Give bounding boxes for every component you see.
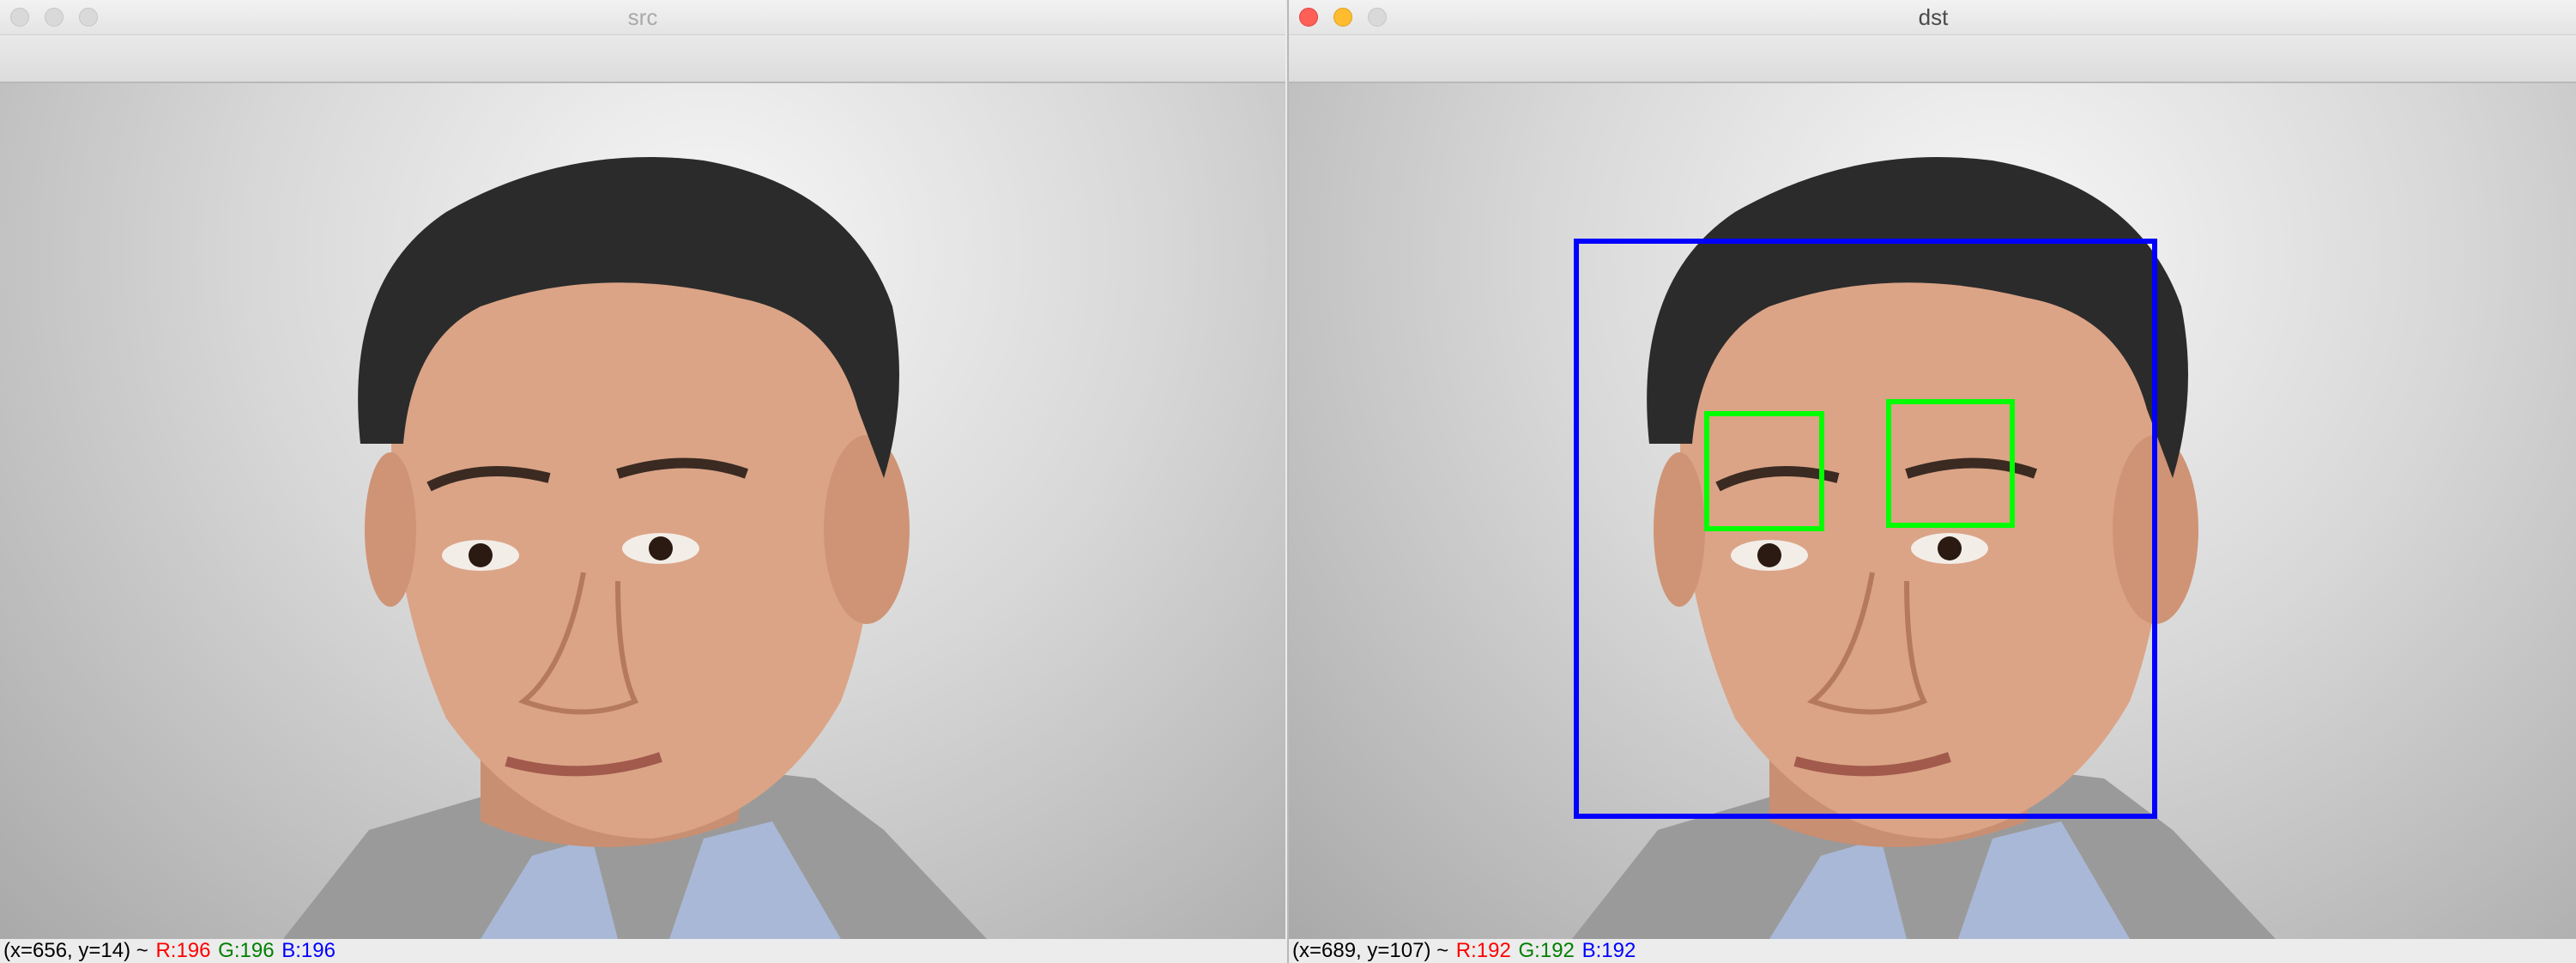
src-toolbar — [0, 35, 1285, 83]
src-window-title: src — [627, 4, 658, 30]
dst-window: dst (x=689, y=107) ~ R:192 G:192 B:192 — [1287, 0, 2576, 963]
src-status-r: R:196 — [155, 939, 211, 962]
eye-detection-box-left — [1704, 411, 1824, 531]
dst-toolbar — [1289, 35, 2576, 83]
dst-status-bar: (x=689, y=107) ~ R:192 G:192 B:192 — [1289, 939, 2576, 963]
src-status-g: G:196 — [218, 939, 275, 962]
src-window: src (x=656, y=14) ~ R:196 G:196 B:196 — [0, 0, 1285, 963]
src-image-canvas[interactable] — [0, 83, 1285, 939]
dst-window-title: dst — [1918, 4, 1949, 30]
dst-status-r: R:192 — [1455, 939, 1511, 962]
src-status-bar: (x=656, y=14) ~ R:196 G:196 B:196 — [0, 939, 1285, 963]
face-detection-box — [1574, 239, 2157, 819]
src-status-b: B:196 — [281, 939, 336, 962]
dst-image-canvas[interactable] — [1289, 83, 2576, 939]
eye-detection-box-right — [1886, 399, 2015, 528]
dst-status-g: G:192 — [1518, 939, 1575, 962]
src-portrait-image — [283, 157, 987, 939]
dst-status-coords: (x=689, y=107) ~ — [1292, 939, 1449, 962]
dst-titlebar[interactable]: dst — [1289, 0, 2576, 35]
src-status-coords: (x=656, y=14) ~ — [3, 939, 148, 962]
src-titlebar[interactable]: src — [0, 0, 1285, 35]
dst-status-b: B:192 — [1581, 939, 1636, 962]
